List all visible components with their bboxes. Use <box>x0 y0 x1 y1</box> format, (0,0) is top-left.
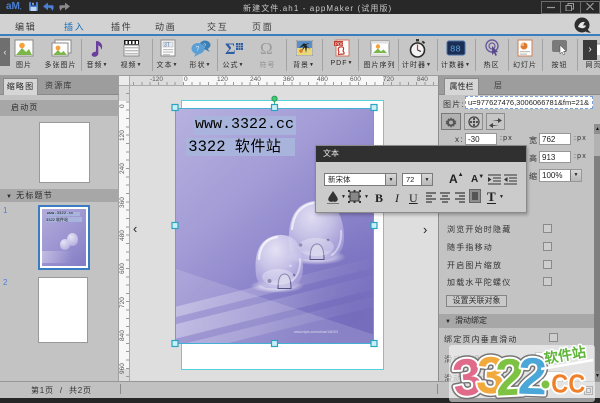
svg-text:?: ? <box>203 43 206 49</box>
svg-text:C: C <box>568 370 585 398</box>
svg-text:Σ: Σ <box>225 41 235 58</box>
svg-text:Ω: Ω <box>260 39 273 57</box>
svg-text:88: 88 <box>450 45 461 55</box>
svg-text:?: ? <box>195 46 199 53</box>
svg-text:hi: hi <box>289 263 292 268</box>
svg-text:C: C <box>551 370 568 398</box>
svg-text:PDF: PDF <box>335 42 344 47</box>
svg-text:www.nipic.com/show/1/6203: www.nipic.com/show/1/6203 <box>294 330 338 334</box>
svg-text:3T: 3T <box>164 43 170 49</box>
